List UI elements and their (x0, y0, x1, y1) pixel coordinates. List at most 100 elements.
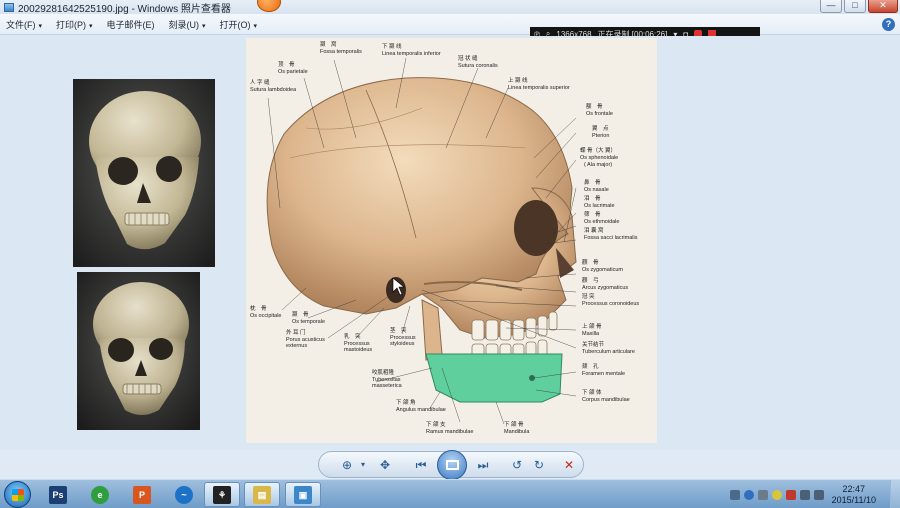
zbrush-icon: ⚘ (213, 485, 231, 504)
maximize-button[interactable]: □ (844, 0, 866, 13)
taskbar-app-explorer[interactable]: ▤ (244, 482, 280, 507)
label-latin: Fossa temporalis (320, 48, 362, 55)
taskbar-app-photoshop[interactable]: Ps (40, 482, 76, 507)
clock-date: 2015/11/10 (831, 494, 876, 505)
label-latin: Maxilla (582, 330, 600, 337)
label-cn: 翼 点 (592, 126, 609, 132)
menu-file-label: 文件(F) (6, 19, 36, 30)
taskbar-app-powerpoint[interactable]: P (124, 482, 160, 507)
label-latin: Os zygomaticum (582, 266, 623, 273)
volume-icon[interactable] (813, 489, 824, 500)
close-button[interactable]: ✕ (868, 0, 898, 13)
clock[interactable]: 22:47 2015/11/10 (832, 484, 876, 506)
chevron-down-icon: ▾ (89, 22, 93, 30)
label-latin: Linea temporalis superior (508, 84, 570, 91)
photoshop-icon: Ps (49, 485, 67, 504)
folder-icon: ▤ (253, 485, 271, 504)
menu-burn[interactable]: 刻录(U) ▾ (169, 18, 206, 31)
clock-time: 22:47 (842, 483, 866, 494)
previous-button[interactable]: ⏮ (411, 457, 431, 473)
photo-viewer-icon: ▣ (294, 485, 312, 504)
windows-logo-icon (12, 489, 24, 501)
slideshow-button[interactable] (437, 450, 467, 480)
menu-print-label: 打印(P) (56, 19, 87, 30)
powerpoint-icon: P (133, 485, 151, 504)
label-latin: Processus styloideus (390, 334, 416, 348)
label-latin: Os occipitale (250, 312, 282, 319)
menu-file[interactable]: 文件(F) ▾ (6, 18, 42, 31)
security-icon[interactable] (771, 489, 782, 500)
window-controls: — □ ✕ (820, 0, 898, 13)
image-viewer: 颞 窝 Fossa temporalis 下 颞 线 Linea temporali… (0, 36, 900, 450)
next-button[interactable]: ⏭ (473, 457, 493, 473)
label-latin: ( Ala major) (584, 162, 613, 168)
label-latin: Os ethmoidale (584, 218, 620, 225)
label-latin: Corpus mandibulae (582, 396, 630, 403)
label-latin: Porus acusticus externus (286, 336, 325, 350)
label-cn: 上 颌 骨 (582, 324, 602, 330)
system-tray: 22:47 2015/11/10 (729, 480, 900, 508)
rotate-counterclockwise-button[interactable]: ↺ (507, 457, 527, 473)
floating-badge[interactable] (257, 0, 281, 12)
label-latin: Pterion (592, 132, 610, 139)
rotate-clockwise-button[interactable]: ↻ (529, 457, 549, 473)
help-icon[interactable]: ? (882, 18, 895, 31)
skull-anatomy-plate: 颞 窝 Fossa temporalis 下 颞 线 Linea temporali… (246, 38, 657, 443)
minimize-button[interactable]: — (820, 0, 842, 13)
show-desktop-button[interactable] (890, 480, 900, 508)
network-icon[interactable] (799, 489, 810, 500)
label-latin: Linea temporalis inferior (382, 50, 441, 57)
photo-viewer-icon (4, 2, 14, 12)
taskbar-app-photo-viewer[interactable]: ▣ (285, 482, 321, 507)
chevron-down-icon: ▾ (202, 22, 206, 30)
label-latin: Foramen mentale (582, 370, 626, 377)
label-latin: Processus coronoideus (582, 300, 640, 307)
taskbar: Ps e P ~ ⚘ ▤ ▣ 22:47 2015/11/10 (0, 479, 900, 508)
keyboard-icon[interactable] (729, 489, 740, 500)
menu-bar: 文件(F) ▾ 打印(P) ▾ 电子邮件(E) 刻录(U) ▾ 打开(O) ▾ (0, 14, 900, 35)
label-latin: Mandibula (504, 428, 530, 435)
pen-icon[interactable] (757, 489, 768, 500)
skull-render-front (73, 79, 215, 267)
menu-print[interactable]: 打印(P) ▾ (56, 18, 93, 31)
actual-size-button[interactable]: ✥ (375, 457, 395, 473)
label-latin: Os frontale (586, 110, 613, 117)
window-title: 20029281642525190.jpg - Windows 照片查看器 (18, 3, 231, 15)
label-latin: Fossa sacci lacrimalis (584, 234, 638, 241)
taskbar-app-messenger[interactable]: ~ (166, 482, 202, 507)
skull-render-side (77, 272, 200, 430)
menu-open-label: 打开(O) (219, 19, 251, 30)
browser-icon: e (91, 485, 109, 504)
label-cn: 蝶 骨（大 翼） (580, 148, 617, 154)
label-latin: Processus mastoideus (344, 340, 373, 354)
viewer-controls: ⊕ ▾ ✥ ⏮ ⏭ ↺ ↻ ✕ (318, 450, 584, 480)
taskbar-app-zbrush[interactable]: ⚘ (204, 482, 240, 507)
menu-email-label: 电子邮件(E) (106, 19, 155, 30)
label-latin: Tuberculum articulare (582, 348, 635, 355)
label-latin: Tuberositas masseterica (372, 376, 402, 390)
label-latin: Os temporale (292, 318, 326, 325)
label-latin: Os sphenoidale (580, 154, 619, 161)
label-latin: Arcus zygomaticus (582, 284, 629, 291)
chevron-down-icon: ▾ (253, 22, 258, 30)
chevron-down-icon: ▾ (38, 22, 43, 30)
help-tray-icon[interactable] (743, 489, 754, 500)
messenger-icon: ~ (175, 485, 193, 504)
label-latin: Os parietale (278, 68, 308, 75)
menu-email[interactable]: 电子邮件(E) (107, 18, 155, 31)
flag-icon[interactable] (785, 489, 796, 500)
chevron-down-icon[interactable]: ▾ (353, 457, 373, 473)
menu-open[interactable]: 打开(O) ▾ (220, 18, 258, 31)
menu-burn-label: 刻录(U) (168, 19, 200, 30)
title-bar: 20029281642525190.jpg - Windows 照片查看器 — … (0, 0, 900, 15)
label-latin: Os lacrimale (584, 202, 615, 209)
start-button[interactable] (4, 481, 31, 508)
taskbar-app-browser[interactable]: e (82, 482, 118, 507)
label-latin: Sutura lambdoidea (250, 86, 297, 93)
label-latin: Ramus mandibulae (426, 428, 474, 435)
slideshow-icon (446, 460, 459, 470)
delete-button[interactable]: ✕ (559, 457, 579, 473)
label-latin: Sutura coronalis (458, 62, 498, 69)
label-latin: Os nasale (584, 186, 609, 193)
label-latin: Angulus mandibulae (396, 406, 446, 413)
